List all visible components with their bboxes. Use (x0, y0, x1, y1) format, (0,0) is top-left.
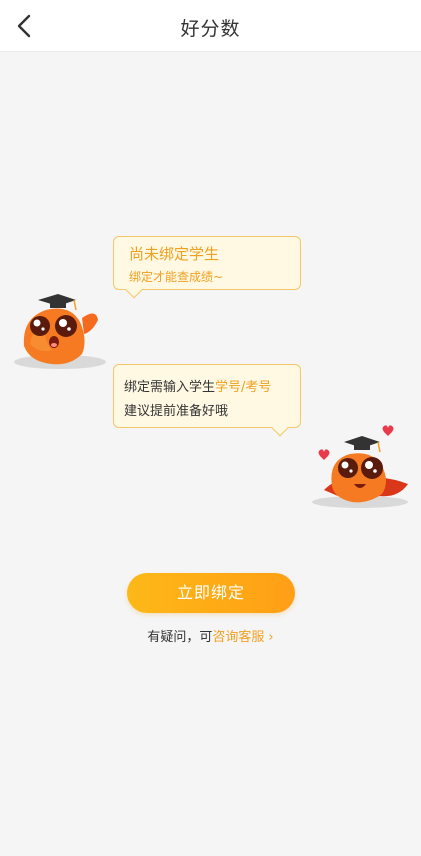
nav-bar: 好分数 (0, 0, 421, 52)
bind-now-button[interactable]: 立即绑定 (127, 573, 295, 613)
contact-support-link[interactable]: 咨询客服 (212, 630, 264, 645)
help-line: 有疑问，可咨询客服 › (0, 626, 421, 645)
bubble-subtitle: 绑定才能查成绩~ (129, 270, 224, 284)
bubble-info-line1: 绑定需输入学生学号/考号 (124, 376, 271, 395)
bubble-tail (271, 419, 289, 437)
speech-bubble-not-bound: 尚未绑定学生 绑定才能查成绩~ (113, 236, 301, 299)
graduate-mascot-icon (12, 288, 112, 372)
bubble-info-line2: 建议提前准备好哦 (124, 404, 229, 419)
bubble-title: 尚未绑定学生 (129, 245, 220, 263)
bubble-info-prefix: 绑定需输入学生 (124, 380, 216, 395)
speech-bubble-binding-info: 绑定需输入学生学号/考号 建议提前准备好哦 (113, 364, 301, 437)
help-prefix: 有疑问，可 (147, 630, 213, 645)
page-title: 好分数 (180, 18, 241, 40)
bubble-info-highlight: 学号/考号 (215, 380, 272, 395)
graduate-mascot-hearts-icon (310, 424, 412, 512)
chevron-right-icon[interactable]: › (268, 630, 273, 645)
